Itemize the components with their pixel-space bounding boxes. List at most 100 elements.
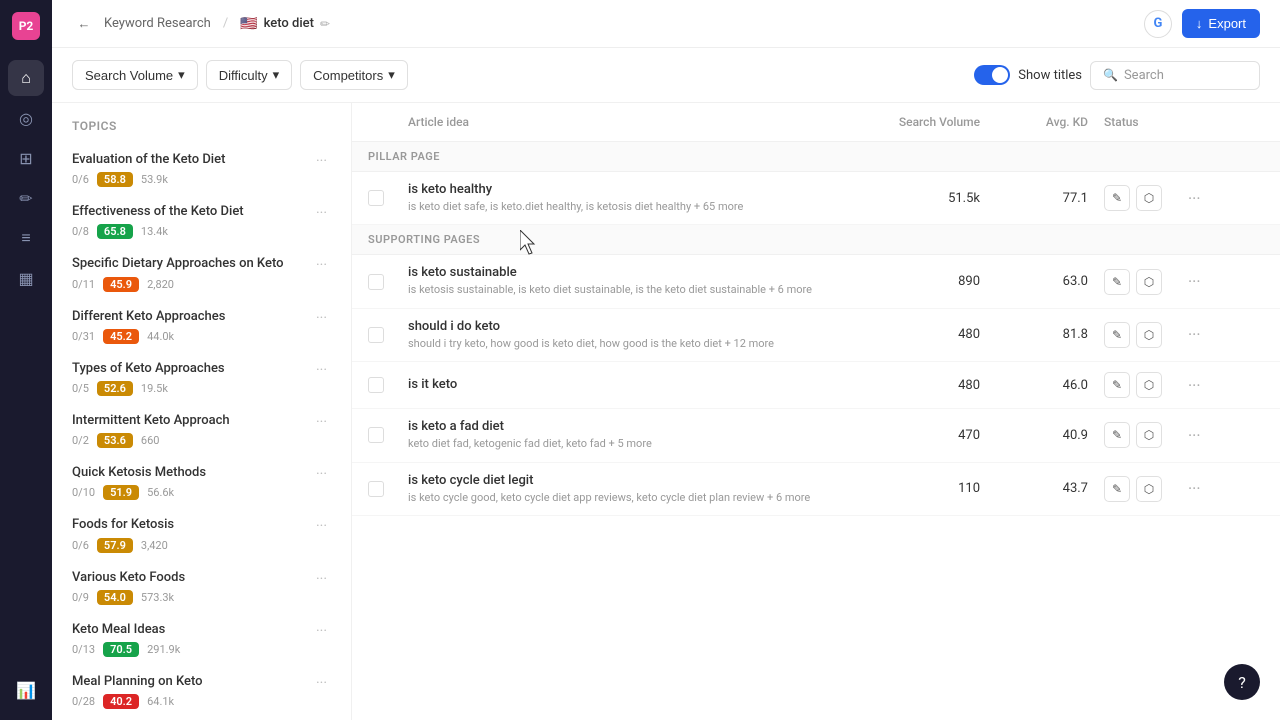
link-action-btn[interactable]: ⬡ [1136, 476, 1162, 502]
topic-item[interactable]: Evaluation of the Keto Diet 0/6 58.8 53.… [52, 143, 351, 195]
topic-item[interactable]: Quick Ketosis Methods 0/10 51.9 56.6k ··… [52, 456, 351, 508]
row-more-btn[interactable]: ··· [1184, 426, 1205, 445]
score-badge: 45.2 [103, 329, 139, 344]
topic-more-btn[interactable]: ··· [312, 673, 331, 693]
row-actions: ✎ ⬡ [1104, 185, 1184, 211]
topic-item[interactable]: Foods for Ketosis 0/6 57.9 3,420 ··· [52, 508, 351, 560]
topic-item[interactable]: Various Keto Foods 0/9 54.0 573.3k ··· [52, 561, 351, 613]
row-more-btn[interactable]: ··· [1184, 376, 1205, 395]
google-button[interactable]: G [1144, 10, 1172, 38]
header-right: G ↓ Export [1144, 9, 1260, 38]
search-volume-cell: 110 [864, 481, 1004, 496]
topic-item[interactable]: Specific Dietary Approaches on Keto 0/11… [52, 247, 351, 299]
topic-name: Specific Dietary Approaches on Keto [72, 255, 312, 273]
row-actions: ✎ ⬡ [1104, 372, 1184, 398]
competitors-filter[interactable]: Competitors ▾ [300, 60, 408, 90]
toggle-switch[interactable] [974, 65, 1010, 85]
search-placeholder: Search [1124, 68, 1164, 83]
show-titles-toggle[interactable]: Show titles [974, 65, 1082, 85]
search-box[interactable]: 🔍 Search [1090, 61, 1260, 90]
topic-pages: 0/5 [72, 382, 89, 395]
row-actions: ✎ ⬡ [1104, 422, 1184, 448]
breadcrumb-link[interactable]: Keyword Research [104, 16, 211, 31]
edit-action-btn[interactable]: ✎ [1104, 185, 1130, 211]
topic-item[interactable]: Keto Meal Ideas 0/13 70.5 291.9k ··· [52, 613, 351, 665]
nav-home[interactable]: ⌂ [8, 60, 44, 96]
edit-action-btn[interactable]: ✎ [1104, 322, 1130, 348]
topic-more-btn[interactable]: ··· [312, 621, 331, 641]
row-more-btn[interactable]: ··· [1184, 272, 1205, 291]
nav-list[interactable]: ≡ [8, 220, 44, 256]
link-action-btn[interactable]: ⬡ [1136, 322, 1162, 348]
topic-content: Foods for Ketosis 0/6 57.9 3,420 [72, 516, 312, 552]
article-subtitles: is keto cycle good, keto cycle diet app … [408, 490, 848, 505]
topic-content: Quick Ketosis Methods 0/10 51.9 56.6k [72, 464, 312, 500]
top-header: ← Keyword Research / 🇺🇸 keto diet ✏ G ↓ … [52, 0, 1280, 48]
topic-content: Keto Meal Ideas 0/13 70.5 291.9k [72, 621, 312, 657]
difficulty-filter[interactable]: Difficulty ▾ [206, 60, 292, 90]
export-button[interactable]: ↓ Export [1182, 9, 1260, 38]
link-action-btn[interactable]: ⬡ [1136, 372, 1162, 398]
topic-more-btn[interactable]: ··· [312, 412, 331, 432]
link-action-btn[interactable]: ⬡ [1136, 422, 1162, 448]
topic-more-btn[interactable]: ··· [312, 308, 331, 328]
row-more-btn[interactable]: ··· [1184, 325, 1205, 344]
topic-more-btn[interactable]: ··· [312, 255, 331, 275]
search-volume-filter[interactable]: Search Volume ▾ [72, 60, 198, 90]
row-checkbox[interactable] [368, 427, 384, 443]
table-row: is keto healthy is keto diet safe, is ke… [352, 172, 1280, 225]
help-button[interactable]: ? [1224, 664, 1260, 700]
nav-edit[interactable]: ✏ [8, 180, 44, 216]
article-info: should i do keto should i try keto, how … [408, 319, 864, 351]
link-action-btn[interactable]: ⬡ [1136, 185, 1162, 211]
edit-keyword-icon[interactable]: ✏ [320, 17, 330, 31]
back-button[interactable]: ← [72, 12, 96, 36]
topic-content: Types of Keto Approaches 0/5 52.6 19.5k [72, 360, 312, 396]
topic-more-btn[interactable]: ··· [312, 360, 331, 380]
row-checkbox[interactable] [368, 481, 384, 497]
topic-more-btn[interactable]: ··· [312, 516, 331, 536]
topic-meta: 0/28 40.2 64.1k [72, 694, 312, 709]
topic-item[interactable]: Intermittent Keto Approach 0/2 53.6 660 … [52, 404, 351, 456]
topic-pages: 0/11 [72, 278, 95, 291]
score-badge: 52.6 [97, 381, 133, 396]
row-checkbox[interactable] [368, 190, 384, 206]
edit-action-btn[interactable]: ✎ [1104, 422, 1130, 448]
chevron-down-icon: ▾ [178, 67, 185, 83]
row-more-btn[interactable]: ··· [1184, 189, 1205, 208]
topic-name: Evaluation of the Keto Diet [72, 151, 312, 169]
row-checkbox[interactable] [368, 327, 384, 343]
nav-grid2[interactable]: ▦ [8, 260, 44, 296]
article-title: is keto cycle diet legit [408, 473, 848, 488]
topic-pages: 0/28 [72, 695, 95, 708]
topic-item[interactable]: Effectiveness of the Keto Diet 0/8 65.8 … [52, 195, 351, 247]
topic-more-btn[interactable]: ··· [312, 151, 331, 171]
edit-action-btn[interactable]: ✎ [1104, 269, 1130, 295]
row-actions: ✎ ⬡ [1104, 322, 1184, 348]
topic-more-btn[interactable]: ··· [312, 464, 331, 484]
edit-action-btn[interactable]: ✎ [1104, 476, 1130, 502]
main-content: ← Keyword Research / 🇺🇸 keto diet ✏ G ↓ … [52, 0, 1280, 720]
nav-grid[interactable]: ⊞ [8, 140, 44, 176]
nav-compass[interactable]: ◎ [8, 100, 44, 136]
topic-more-btn[interactable]: ··· [312, 203, 331, 223]
row-checkbox-cell [368, 327, 408, 343]
avg-kd-cell: 77.1 [1004, 191, 1104, 206]
row-checkbox[interactable] [368, 377, 384, 393]
topic-item[interactable]: Meal Planning on Keto 0/28 40.2 64.1k ··… [52, 665, 351, 717]
article-title: should i do keto [408, 319, 848, 334]
row-more-btn[interactable]: ··· [1184, 479, 1205, 498]
link-action-btn[interactable]: ⬡ [1136, 269, 1162, 295]
app-logo[interactable]: P2 [12, 12, 40, 40]
topic-meta: 0/6 57.9 3,420 [72, 538, 312, 553]
edit-action-btn[interactable]: ✎ [1104, 372, 1130, 398]
topic-item[interactable]: Different Keto Approaches 0/31 45.2 44.0… [52, 300, 351, 352]
topic-item[interactable]: Types of Keto Approaches 0/5 52.6 19.5k … [52, 352, 351, 404]
nav-chart[interactable]: 📊 [8, 672, 44, 708]
topic-more-btn[interactable]: ··· [312, 569, 331, 589]
topic-meta: 0/13 70.5 291.9k [72, 642, 312, 657]
topic-volume: 64.1k [147, 695, 174, 708]
breadcrumb-current: 🇺🇸 keto diet ✏ [240, 16, 330, 32]
export-icon: ↓ [1196, 16, 1203, 31]
row-checkbox[interactable] [368, 274, 384, 290]
